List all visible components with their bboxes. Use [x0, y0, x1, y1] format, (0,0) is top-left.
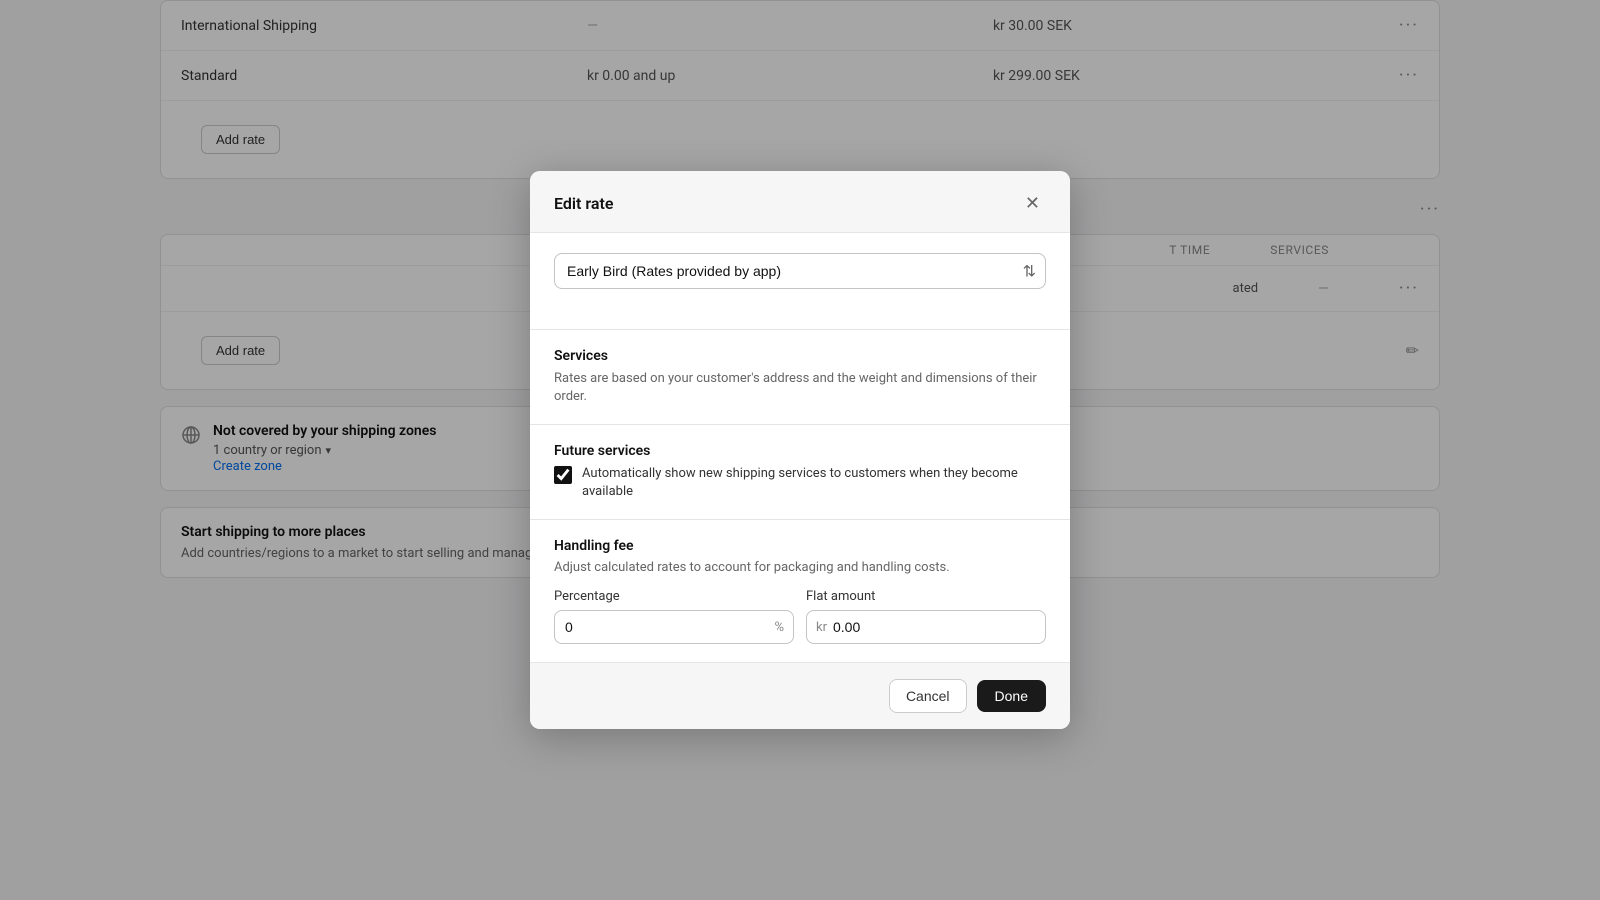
percentage-input-wrapper: %: [554, 610, 794, 644]
cancel-button[interactable]: Cancel: [889, 679, 967, 713]
rate-type-dropdown-wrapper: Early Bird (Rates provided by app) ⇅: [554, 253, 1046, 289]
flat-amount-input-wrapper: kr: [806, 610, 1046, 644]
future-services-checkbox[interactable]: [554, 466, 572, 484]
modal-overlay: Edit rate ✕ Early Bird (Rates provided b…: [0, 0, 1600, 900]
future-services-checkbox-label: Automatically show new shipping services…: [582, 465, 1046, 501]
percentage-input[interactable]: [554, 610, 794, 644]
future-services-title: Future services: [554, 443, 1046, 459]
rate-type-dropdown[interactable]: Early Bird (Rates provided by app): [554, 253, 1046, 289]
services-description: Rates are based on your customer's addre…: [554, 370, 1046, 406]
close-icon: ✕: [1025, 193, 1040, 214]
future-services-checkbox-row: Automatically show new shipping services…: [554, 465, 1046, 501]
percentage-label: Percentage: [554, 589, 794, 604]
flat-amount-input[interactable]: [806, 610, 1046, 644]
modal-title: Edit rate: [554, 194, 613, 213]
modal-footer: Cancel Done: [530, 662, 1070, 729]
fee-inputs-row: Percentage % Flat amount kr: [554, 589, 1046, 644]
future-services-section: Future services Automatically show new s…: [530, 424, 1070, 519]
handling-fee-title: Handling fee: [554, 538, 1046, 554]
done-button[interactable]: Done: [977, 680, 1046, 712]
modal-header: Edit rate ✕: [530, 171, 1070, 233]
handling-fee-description: Adjust calculated rates to account for p…: [554, 560, 1046, 575]
handling-fee-section: Handling fee Adjust calculated rates to …: [530, 519, 1070, 662]
percentage-input-group: Percentage %: [554, 589, 794, 644]
close-button[interactable]: ✕: [1019, 191, 1046, 216]
services-title: Services: [554, 348, 1046, 364]
flat-amount-input-group: Flat amount kr: [806, 589, 1046, 644]
services-section: Services Rates are based on your custome…: [530, 329, 1070, 424]
modal-body: Early Bird (Rates provided by app) ⇅: [530, 233, 1070, 329]
flat-amount-label: Flat amount: [806, 589, 1046, 604]
edit-rate-modal: Edit rate ✕ Early Bird (Rates provided b…: [530, 171, 1070, 730]
